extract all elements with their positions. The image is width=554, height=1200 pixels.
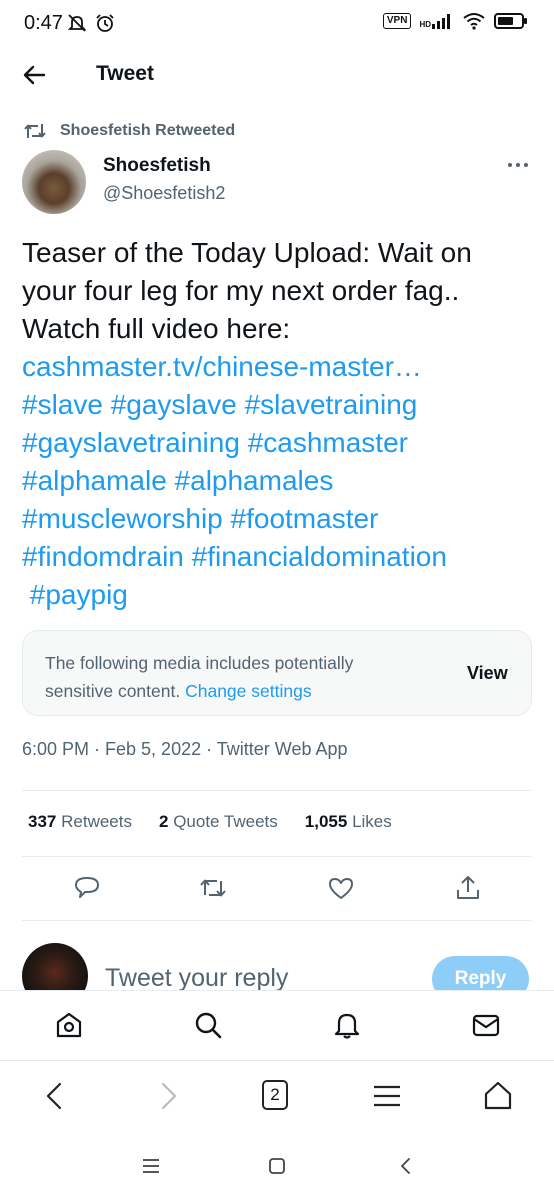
- search-icon[interactable]: [193, 1010, 223, 1040]
- status-time: 0:47: [24, 12, 63, 34]
- retweets-count: 337: [28, 812, 57, 831]
- system-back-icon[interactable]: [396, 1156, 416, 1176]
- hashtag-line[interactable]: #alphamale #alphamales: [22, 462, 537, 500]
- divider: [22, 920, 532, 921]
- divider: [22, 856, 532, 857]
- hd-label: HD: [419, 20, 431, 29]
- reply-input[interactable]: Tweet your reply: [105, 964, 288, 993]
- change-settings-link[interactable]: Change settings: [185, 681, 311, 701]
- likes-stat[interactable]: 1,055 Likes: [305, 812, 392, 832]
- retweeted-by-label[interactable]: Shoesfetish Retweeted: [60, 122, 235, 140]
- author-avatar[interactable]: [22, 150, 86, 214]
- back-arrow-icon[interactable]: [22, 62, 48, 88]
- status-right-icons: VPN HD: [382, 12, 528, 30]
- quotes-count: 2: [158, 812, 169, 831]
- messages-envelope-icon[interactable]: [471, 1010, 501, 1040]
- tweet-timestamp: 6:00 PM · Feb 5, 2022 · Twitter Web App: [22, 739, 348, 759]
- author-name[interactable]: Shoesfetish: [103, 155, 211, 177]
- view-button[interactable]: View: [467, 663, 508, 684]
- system-recents-icon[interactable]: [141, 1156, 161, 1176]
- sensitive-notice-text: The following media includes potentially…: [45, 649, 425, 705]
- hashtag-line[interactable]: #paypig: [22, 576, 537, 614]
- tweet-stats: 337 Retweets 2 Quote Tweets 1,055 Likes: [28, 812, 392, 832]
- signal-icon: HD: [419, 13, 454, 29]
- hashtag-line[interactable]: #findomdrain #financialdomination: [22, 538, 537, 576]
- hashtag-line[interactable]: #slave #gayslave #slavetraining: [22, 386, 537, 424]
- retweet-action-icon[interactable]: [198, 873, 228, 903]
- notifications-bell-icon[interactable]: [332, 1010, 362, 1040]
- like-heart-icon[interactable]: [326, 873, 356, 903]
- page-title: Tweet: [96, 62, 154, 85]
- browser-forward-icon[interactable]: [153, 1080, 183, 1112]
- retweet-icon: [24, 124, 46, 138]
- quotes-label: Quote Tweets: [173, 812, 278, 831]
- browser-back-icon[interactable]: [40, 1080, 70, 1112]
- author-handle[interactable]: @Shoesfetish2: [103, 183, 225, 204]
- sensitive-media-notice: The following media includes potentially…: [22, 630, 532, 716]
- hashtag-line[interactable]: #gayslavetraining #cashmaster: [22, 424, 537, 462]
- browser-home-icon[interactable]: [483, 1080, 513, 1112]
- vpn-badge: VPN: [382, 13, 412, 29]
- share-icon[interactable]: [453, 873, 483, 903]
- tweet-line: Watch full video here:: [22, 313, 291, 344]
- battery-icon: [494, 13, 527, 29]
- home-icon[interactable]: [54, 1010, 84, 1040]
- likes-count: 1,055: [304, 812, 348, 831]
- quote-tweets-stat[interactable]: 2 Quote Tweets: [159, 812, 278, 832]
- tweet-line: your four leg for my next order fag..: [22, 275, 460, 306]
- divider: [22, 790, 532, 791]
- hashtag-line[interactable]: #muscleworship #footmaster: [22, 500, 537, 538]
- retweets-stat[interactable]: 337 Retweets: [28, 812, 132, 832]
- reply-icon[interactable]: [72, 873, 102, 903]
- muted-notifications-icon: [67, 14, 87, 32]
- likes-label: Likes: [352, 812, 392, 831]
- wifi-icon: [463, 13, 485, 30]
- tabs-count-button[interactable]: 2: [262, 1080, 288, 1110]
- status-left-icons: [66, 12, 116, 34]
- tweet-link[interactable]: cashmaster.tv/chinese-master…: [22, 348, 537, 386]
- tweet-text: Teaser of the Today Upload: Wait on your…: [22, 234, 537, 614]
- tweet-line: Teaser of the Today Upload: Wait on: [22, 237, 472, 268]
- browser-menu-icon[interactable]: [372, 1080, 402, 1112]
- more-options-icon[interactable]: [506, 155, 530, 175]
- alarm-icon: [96, 14, 114, 32]
- system-home-icon[interactable]: [267, 1156, 287, 1176]
- retweets-label: Retweets: [61, 812, 132, 831]
